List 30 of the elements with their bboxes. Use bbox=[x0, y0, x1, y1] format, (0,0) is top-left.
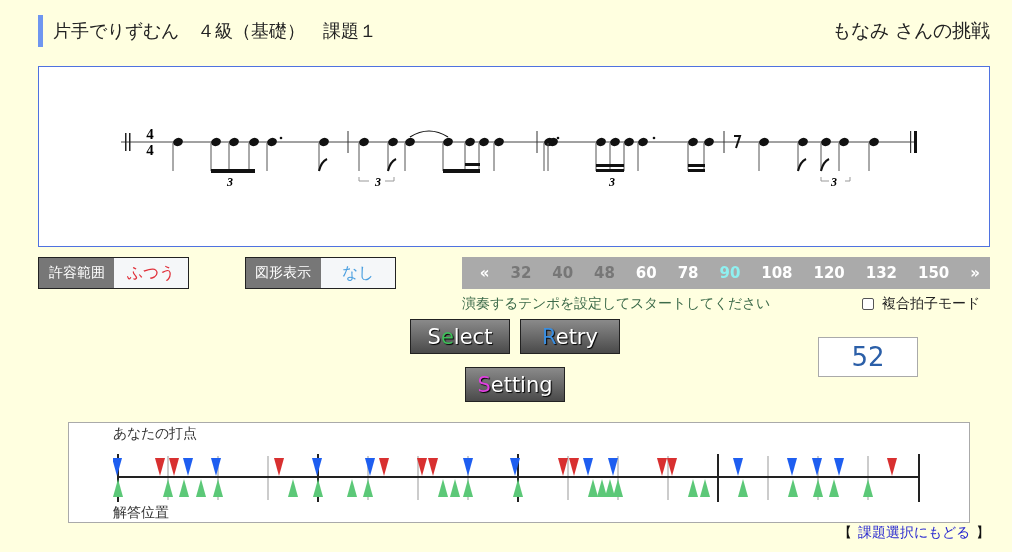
tempo-option[interactable]: 150 bbox=[917, 264, 950, 282]
setting-button[interactable]: Setting bbox=[465, 367, 565, 402]
setting-display[interactable]: 許容範囲 ふつう bbox=[38, 257, 189, 289]
tempo-option[interactable]: 60 bbox=[635, 264, 657, 282]
setting-value: ふつう bbox=[114, 258, 188, 288]
count-display: 52 bbox=[818, 337, 918, 377]
setting-display[interactable]: 図形表示 なし bbox=[244, 257, 396, 289]
setting-value: なし bbox=[320, 258, 395, 288]
setting-label: 図形表示 bbox=[245, 258, 321, 288]
select-button[interactable]: Select bbox=[410, 319, 510, 354]
bracket-text: 【 bbox=[838, 524, 852, 542]
rhythm-notation-drawing: 4 4 3 3 3 3 bbox=[39, 67, 989, 246]
timeline-label: 解答位置 bbox=[113, 504, 169, 521]
tempo-option[interactable]: 132 bbox=[865, 264, 898, 282]
bracket-text: 】 bbox=[976, 524, 990, 542]
tempo-option[interactable]: 90 bbox=[719, 264, 741, 282]
setting-label: 許容範囲 bbox=[39, 258, 114, 288]
page-title: 片手でりずむん ４級（基礎） 課題１ bbox=[38, 15, 377, 47]
back-to-selection-link[interactable]: 課題選択にもどる bbox=[858, 524, 970, 542]
tempo-option[interactable]: 120 bbox=[813, 264, 845, 282]
previous-tempo-link[interactable]: « bbox=[479, 264, 490, 282]
next-tempo-link[interactable]: » bbox=[970, 264, 980, 282]
tempo-option[interactable]: 78 bbox=[677, 264, 699, 282]
compound-meter-checkbox[interactable] bbox=[862, 298, 874, 310]
checkbox-label: 複合拍子モード bbox=[882, 295, 980, 313]
instruction-text: 演奏するテンポを設定してスタートしてください bbox=[461, 295, 770, 313]
retry-button[interactable]: Retry bbox=[520, 319, 620, 354]
tempo-option[interactable]: 108 bbox=[761, 264, 793, 282]
challenger-name: もなみ さんの挑戦 bbox=[831, 18, 990, 43]
timeline-label: あなたの打点 bbox=[113, 425, 197, 442]
